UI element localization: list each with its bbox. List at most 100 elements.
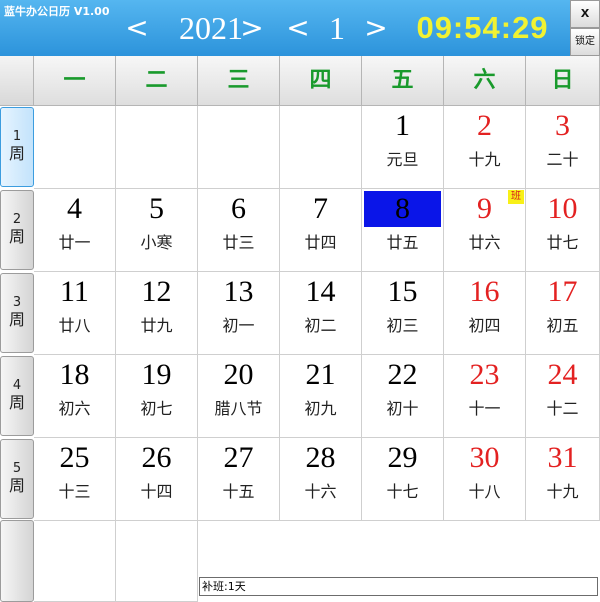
week-button[interactable]: 5周 [0,439,34,519]
day-cell[interactable]: 10 廿七 [526,189,600,272]
day-number: 20 [223,358,254,391]
week-button[interactable]: 3周 [0,273,34,353]
day-cell[interactable]: 30 十八 [444,438,526,521]
day-number: 4 [67,192,82,225]
lunar-date: 十八 [468,482,501,501]
day-cell[interactable]: 7 廿四 [280,189,362,272]
day-cell[interactable]: 21 初九 [280,355,362,438]
day-cell[interactable]: 9 廿六班 [444,189,526,272]
lunar-date: 十一 [468,399,501,418]
day-number: 23 [469,358,500,391]
day-number: 27 [223,441,254,474]
day-cell[interactable]: 18 初六 [34,355,116,438]
day-cell[interactable]: 6 廿三 [198,189,280,272]
week-number: 4 [12,378,22,393]
day-cell[interactable]: 20 腊八节 [198,355,280,438]
day-cell[interactable]: 3 二十 [526,106,600,189]
day-cell[interactable]: 26 十四 [116,438,198,521]
lunar-date: 腊八节 [214,399,263,418]
lunar-date: 廿四 [304,233,337,252]
prev-month-button[interactable]: < [284,10,312,46]
week-suffix: 周 [8,393,25,412]
weekday-header: 三 [198,56,280,106]
lunar-date: 廿六 [468,233,501,252]
workday-badge: 班 [508,190,524,204]
day-cell[interactable]: 27 十五 [198,438,280,521]
lunar-date: 廿五 [386,233,419,252]
day-number: 3 [555,109,570,142]
week-button[interactable]: 1周 [0,107,34,187]
day-cell[interactable]: 5 小寒 [116,189,198,272]
day-cell-empty [34,106,116,189]
day-number: 1 [395,109,410,142]
day-cell[interactable]: 29 十七 [362,438,444,521]
lunar-date: 初二 [304,316,337,335]
day-number: 2 [477,109,492,142]
lunar-date: 元旦 [386,150,419,169]
lock-button[interactable]: 锁定 [570,28,600,56]
day-number: 11 [60,275,89,308]
week-number: 5 [12,461,22,476]
week-button[interactable]: 2周 [0,190,34,270]
next-year-button[interactable]: > [238,10,266,46]
day-number: 24 [547,358,578,391]
day-cell[interactable]: 19 初七 [116,355,198,438]
lunar-date: 十九 [468,150,501,169]
week-suffix: 周 [8,144,25,163]
day-number: 19 [141,358,172,391]
day-number: 18 [59,358,90,391]
week-number: 2 [12,212,22,227]
next-month-button[interactable]: > [362,10,390,46]
day-cell[interactable]: 14 初二 [280,272,362,355]
lunar-date: 十三 [58,482,91,501]
day-number: 13 [223,275,254,308]
lunar-date: 初十 [386,399,419,418]
weekday-header: 五 [362,56,444,106]
day-cell[interactable]: 28 十六 [280,438,362,521]
day-number: 22 [387,358,418,391]
day-cell-empty [280,106,362,189]
day-cell[interactable]: 4 廿一 [34,189,116,272]
lunar-date: 十九 [546,482,579,501]
lunar-date: 初六 [58,399,91,418]
day-cell[interactable]: 17 初五 [526,272,600,355]
prev-year-button[interactable]: < [123,10,151,46]
day-number: 12 [141,275,172,308]
day-cell[interactable]: 1 元旦 [362,106,444,189]
day-number: 14 [305,275,336,308]
weekday-header: 四 [280,56,362,106]
day-number: 31 [547,441,578,474]
weekday-header: 六 [444,56,526,106]
day-number: 26 [141,441,172,474]
lunar-date: 十五 [222,482,255,501]
day-cell[interactable]: 2 十九 [444,106,526,189]
day-cell[interactable]: 22 初十 [362,355,444,438]
day-cell[interactable]: 13 初一 [198,272,280,355]
week-button-empty [0,520,34,602]
day-cell[interactable]: 12 廿九 [116,272,198,355]
day-cell-empty [116,521,198,602]
day-cell-selected[interactable]: 8 廿五 [362,189,444,272]
day-cell[interactable]: 15 初三 [362,272,444,355]
day-number: 5 [149,192,164,225]
lunar-date: 十六 [304,482,337,501]
lunar-date: 十四 [140,482,173,501]
day-number: 25 [59,441,90,474]
day-number: 8 [364,191,441,227]
lunar-date: 初四 [468,316,501,335]
day-cell[interactable]: 31 十九 [526,438,600,521]
weekday-header: 一 [34,56,116,106]
day-cell-empty [34,521,116,602]
day-cell[interactable]: 16 初四 [444,272,526,355]
day-cell[interactable]: 11 廿八 [34,272,116,355]
day-cell[interactable]: 23 十一 [444,355,526,438]
day-cell[interactable]: 25 十三 [34,438,116,521]
day-cell[interactable]: 24 十二 [526,355,600,438]
week-button[interactable]: 4周 [0,356,34,436]
lunar-date: 初九 [304,399,337,418]
weekday-header: 日 [526,56,600,106]
lunar-date: 小寒 [140,233,173,252]
close-button[interactable]: x [570,0,600,28]
lunar-date: 十二 [546,399,579,418]
day-number: 15 [387,275,418,308]
